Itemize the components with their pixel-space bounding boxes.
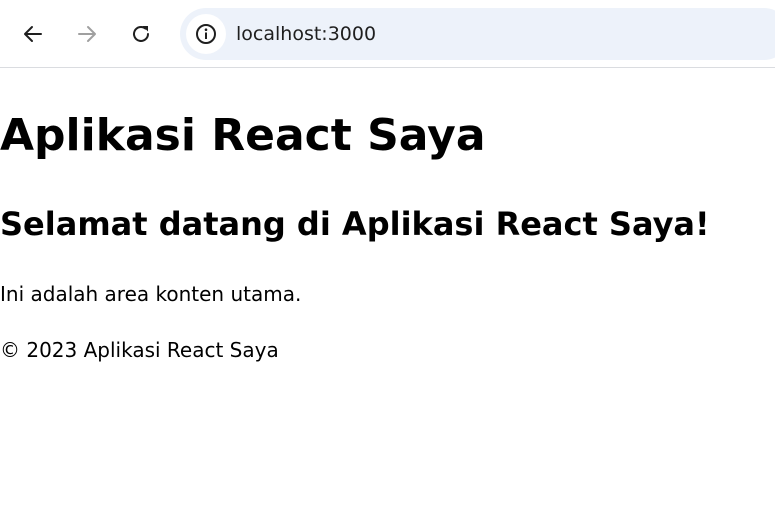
reload-icon bbox=[133, 25, 149, 42]
forward-button[interactable] bbox=[67, 14, 107, 54]
info-icon bbox=[196, 24, 216, 44]
url-text[interactable]: localhost:3000 bbox=[236, 22, 376, 46]
arrow-right-icon bbox=[78, 26, 96, 42]
browser-toolbar: localhost:3000 bbox=[0, 0, 775, 68]
welcome-heading: Selamat datang di Aplikasi React Saya! bbox=[0, 205, 710, 243]
arrow-left-icon bbox=[24, 26, 42, 42]
reload-button[interactable] bbox=[121, 14, 161, 54]
page-title: Aplikasi React Saya bbox=[0, 110, 486, 161]
main-content-text: Ini adalah area konten utama. bbox=[0, 282, 302, 306]
footer-text: © 2023 Aplikasi React Saya bbox=[0, 338, 279, 362]
back-button[interactable] bbox=[13, 14, 53, 54]
site-info-button[interactable] bbox=[186, 14, 226, 54]
address-bar[interactable]: localhost:3000 bbox=[180, 8, 775, 60]
